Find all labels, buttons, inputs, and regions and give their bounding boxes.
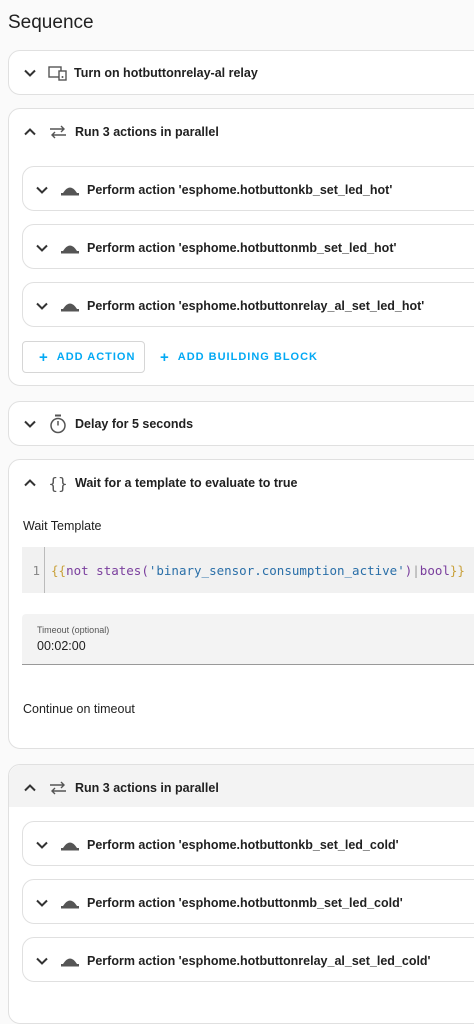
chevron-down-icon[interactable] [35, 838, 49, 852]
chevron-down-icon[interactable] [23, 417, 37, 431]
action-label: Wait for a template to evaluate to true [75, 476, 298, 490]
sub-action-label: Perform action 'esphome.hotbuttonkb_set_… [87, 838, 399, 852]
continue-on-timeout-label: Continue on timeout [23, 702, 135, 716]
chevron-up-icon[interactable] [23, 125, 37, 139]
action-service-icon [59, 237, 81, 259]
chevron-up-icon[interactable] [23, 476, 37, 490]
code-filter: bool [419, 562, 450, 578]
sub-action-label: Perform action 'esphome.hotbuttonmb_set_… [87, 241, 397, 255]
page-title: Sequence [8, 12, 94, 33]
timeout-value[interactable]: 00:02:00 [37, 639, 86, 653]
sub-action-label: Perform action 'esphome.hotbuttonmb_set_… [87, 896, 403, 910]
action-card-delay[interactable]: Delay for 5 seconds [8, 401, 474, 446]
sub-action-5[interactable]: Perform action 'esphome.hotbuttonmb_set_… [22, 879, 474, 924]
code-line[interactable]: {{not states('binary_sensor.consumption_… [45, 563, 465, 578]
line-number: 1 [22, 547, 45, 593]
action-label: Run 3 actions in parallel [75, 781, 219, 795]
sub-action-4[interactable]: Perform action 'esphome.hotbuttonkb_set_… [22, 821, 474, 866]
wait-template-label: Wait Template [23, 519, 102, 533]
add-building-block-button[interactable]: + ADD BUILDING BLOCK [160, 341, 318, 373]
chevron-down-icon[interactable] [23, 66, 37, 80]
chevron-down-icon[interactable] [35, 954, 49, 968]
sub-action-3[interactable]: Perform action 'esphome.hotbuttonrelay_a… [22, 282, 474, 327]
code-keyword: not [66, 562, 89, 578]
action-service-icon [59, 950, 81, 972]
chevron-up-icon[interactable] [23, 781, 37, 795]
timeout-field[interactable]: Timeout (optional) 00:02:00 [22, 614, 474, 665]
action-service-icon [59, 179, 81, 201]
action-service-icon [59, 892, 81, 914]
code-open-brace: {{ [51, 562, 67, 578]
device-icon [47, 62, 69, 84]
parallel-arrows-icon [47, 121, 69, 143]
chevron-down-icon[interactable] [35, 896, 49, 910]
add-action-button[interactable]: + ADD ACTION [22, 341, 145, 373]
chevron-down-icon[interactable] [35, 241, 49, 255]
sub-action-1[interactable]: Perform action 'esphome.hotbuttonkb_set_… [22, 166, 474, 211]
action-service-icon [59, 295, 81, 317]
chevron-down-icon[interactable] [35, 183, 49, 197]
braces-icon: {} [48, 473, 68, 493]
code-pipe: | [412, 562, 420, 578]
timer-icon [47, 413, 69, 435]
plus-icon: + [160, 348, 170, 366]
sub-action-label: Perform action 'esphome.hotbuttonkb_set_… [87, 183, 393, 197]
sub-action-6[interactable]: Perform action 'esphome.hotbuttonrelay_a… [22, 937, 474, 982]
action-card-relay[interactable]: Turn on hotbuttonrelay-al relay [8, 50, 474, 95]
chevron-down-icon[interactable] [35, 299, 49, 313]
code-function: states( [96, 562, 149, 578]
parallel-arrows-icon [47, 777, 69, 799]
plus-icon: + [39, 348, 49, 366]
action-label: Run 3 actions in parallel [75, 125, 219, 139]
add-action-label: ADD ACTION [56, 351, 136, 363]
sub-action-label: Perform action 'esphome.hotbuttonrelay_a… [87, 299, 425, 313]
timeout-label: Timeout (optional) [37, 625, 110, 635]
action-service-icon [59, 834, 81, 856]
sub-action-label: Perform action 'esphome.hotbuttonrelay_a… [87, 954, 431, 968]
action-label: Delay for 5 seconds [75, 417, 194, 431]
template-code-editor[interactable]: 1 {{not states('binary_sensor.consumptio… [22, 547, 474, 593]
action-label: Turn on hotbuttonrelay-al relay [74, 66, 258, 80]
code-close-brace: }} [449, 562, 465, 578]
add-building-block-label: ADD BUILDING BLOCK [177, 351, 318, 363]
sub-action-2[interactable]: Perform action 'esphome.hotbuttonmb_set_… [22, 224, 474, 269]
code-string: 'binary_sensor.consumption_active' [148, 562, 405, 578]
